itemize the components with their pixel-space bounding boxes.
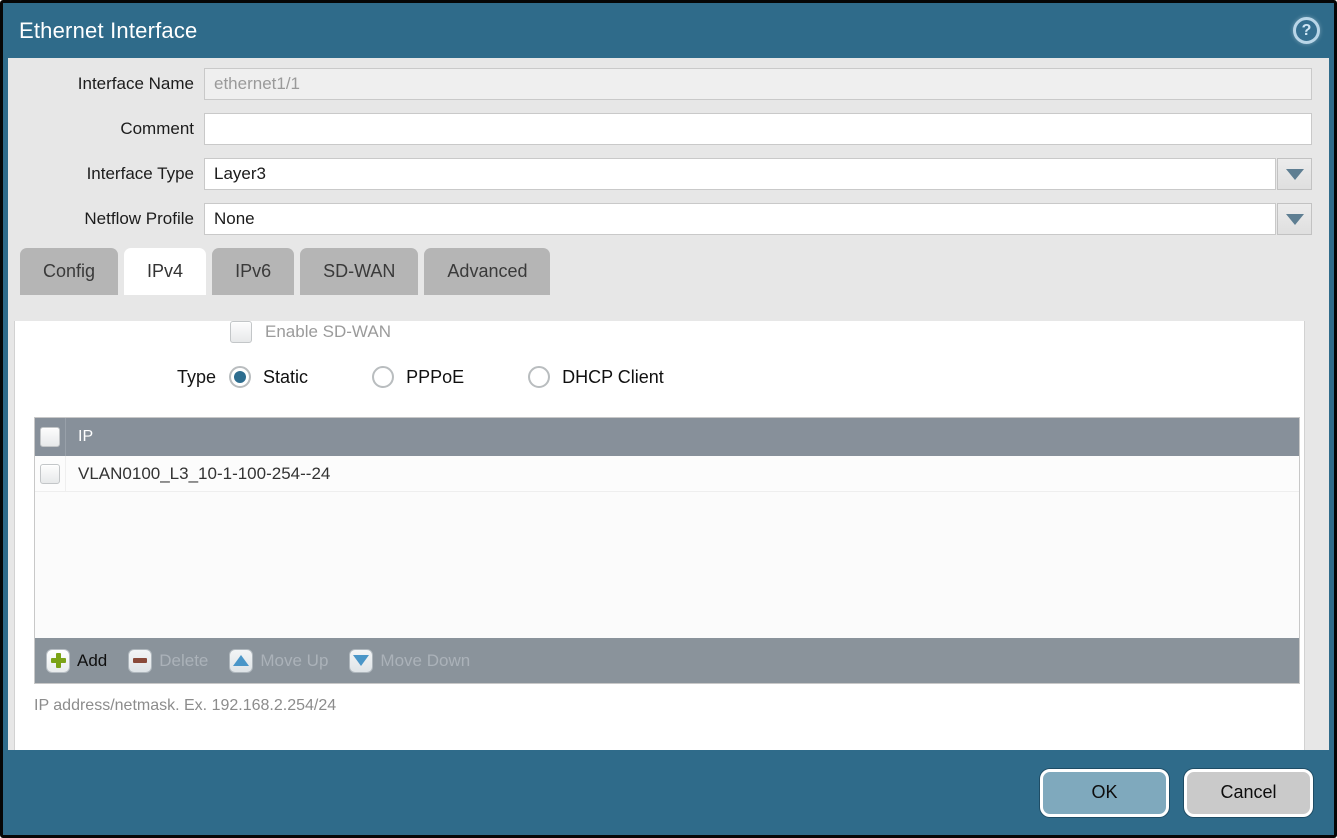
ip-format-hint: IP address/netmask. Ex. 192.168.2.254/24 xyxy=(34,697,1304,715)
titlebar: Ethernet Interface ? xyxy=(3,3,1334,58)
tab-advanced[interactable]: Advanced xyxy=(424,248,550,295)
interface-type-dropdown-button[interactable] xyxy=(1277,158,1312,190)
ip-cell[interactable]: VLAN0100_L3_10-1-100-254--24 xyxy=(66,456,330,491)
tab-sdwan[interactable]: SD-WAN xyxy=(300,248,418,295)
arrow-up-icon xyxy=(229,649,253,673)
interface-name-row: Interface Name ethernet1/1 xyxy=(8,68,1312,100)
interface-type-label: Interface Type xyxy=(8,164,204,184)
table-row[interactable]: VLAN0100_L3_10-1-100-254--24 xyxy=(35,456,1299,492)
netflow-profile-combo: None xyxy=(204,203,1312,235)
interface-type-row: Interface Type Layer3 xyxy=(8,158,1312,190)
radio-static-label[interactable]: Static xyxy=(263,367,308,388)
help-icon[interactable]: ? xyxy=(1293,17,1320,44)
ip-column-header: IP xyxy=(66,418,93,456)
dialog-footer: OK Cancel xyxy=(3,750,1334,835)
radio-static[interactable] xyxy=(229,366,251,388)
radio-dhcp-client[interactable] xyxy=(528,366,550,388)
ok-button[interactable]: OK xyxy=(1040,769,1169,817)
type-row: Type Static PPPoE DHCP Client xyxy=(177,366,1304,388)
row-checkbox-cell xyxy=(35,456,66,491)
radio-pppoe-label[interactable]: PPPoE xyxy=(406,367,464,388)
tab-ipv6[interactable]: IPv6 xyxy=(212,248,294,295)
select-all-cell xyxy=(35,418,66,456)
radio-pppoe[interactable] xyxy=(372,366,394,388)
enable-sdwan-checkbox xyxy=(230,321,252,343)
chevron-down-icon xyxy=(1286,169,1304,180)
comment-label: Comment xyxy=(8,119,204,139)
add-button-label: Add xyxy=(77,651,107,671)
interface-name-field: ethernet1/1 xyxy=(204,68,1312,100)
type-label: Type xyxy=(177,367,216,388)
ipv4-tab-panel: Enable SD-WAN Type Static PPPoE DHCP Cli… xyxy=(14,321,1305,750)
ip-table-body: VLAN0100_L3_10-1-100-254--24 xyxy=(35,456,1299,638)
interface-name-label: Interface Name xyxy=(8,74,204,94)
interface-type-value[interactable]: Layer3 xyxy=(204,158,1276,190)
netflow-profile-label: Netflow Profile xyxy=(8,209,204,229)
netflow-profile-dropdown-button[interactable] xyxy=(1277,203,1312,235)
netflow-profile-value[interactable]: None xyxy=(204,203,1276,235)
row-checkbox[interactable] xyxy=(40,464,60,484)
interface-type-combo: Layer3 xyxy=(204,158,1312,190)
plus-icon xyxy=(46,649,70,673)
move-down-button: Move Down xyxy=(349,649,470,673)
select-all-checkbox[interactable] xyxy=(40,427,60,447)
tab-config[interactable]: Config xyxy=(20,248,118,295)
ip-table: IP VLAN0100_L3_10-1-100-254--24 Add xyxy=(34,417,1300,684)
ip-table-header: IP xyxy=(35,418,1299,456)
netflow-profile-row: Netflow Profile None xyxy=(8,203,1312,235)
cancel-button[interactable]: Cancel xyxy=(1184,769,1313,817)
enable-sdwan-row: Enable SD-WAN xyxy=(230,321,1304,343)
comment-input[interactable] xyxy=(204,113,1312,145)
arrow-down-icon xyxy=(349,649,373,673)
minus-icon xyxy=(128,649,152,673)
tab-strip: Config IPv4 IPv6 SD-WAN Advanced xyxy=(20,248,1329,295)
delete-button-label: Delete xyxy=(159,651,208,671)
move-down-button-label: Move Down xyxy=(380,651,470,671)
add-button[interactable]: Add xyxy=(46,649,107,673)
chevron-down-icon xyxy=(1286,214,1304,225)
move-up-button-label: Move Up xyxy=(260,651,328,671)
tab-ipv4[interactable]: IPv4 xyxy=(124,248,206,295)
comment-row: Comment xyxy=(8,113,1312,145)
enable-sdwan-label: Enable SD-WAN xyxy=(265,322,391,342)
move-up-button: Move Up xyxy=(229,649,328,673)
delete-button: Delete xyxy=(128,649,208,673)
ethernet-interface-dialog: Ethernet Interface ? Interface Name ethe… xyxy=(0,0,1337,838)
radio-dhcp-client-label[interactable]: DHCP Client xyxy=(562,367,664,388)
ip-table-toolbar: Add Delete Move Up Move Down xyxy=(35,638,1299,683)
dialog-title: Ethernet Interface xyxy=(19,18,197,44)
dialog-body: Interface Name ethernet1/1 Comment Inter… xyxy=(8,58,1329,750)
